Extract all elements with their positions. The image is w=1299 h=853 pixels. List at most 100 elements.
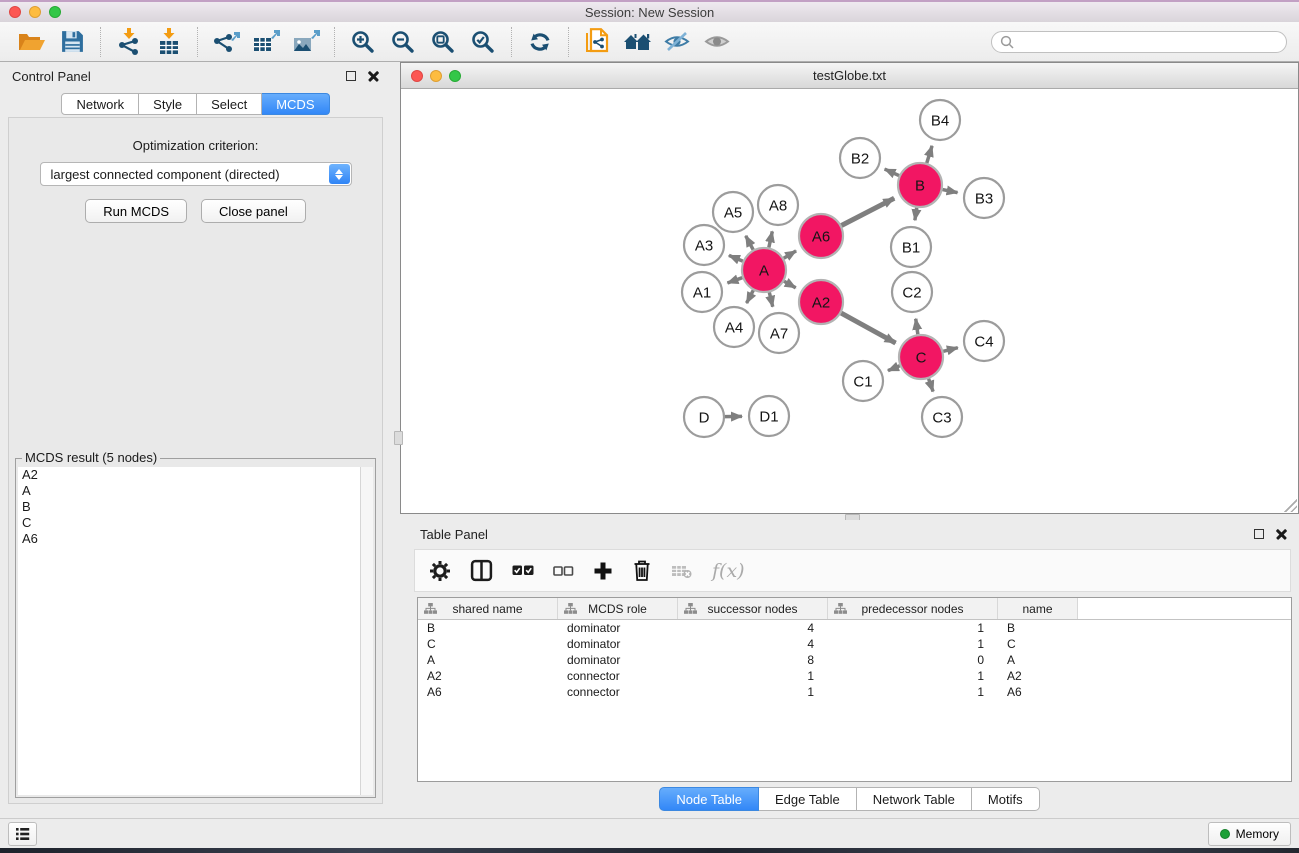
cell-shared-name[interactable]: B	[418, 621, 558, 635]
graph-edge-B-B1[interactable]	[915, 208, 917, 221]
zoom-in-button[interactable]	[343, 25, 383, 59]
cell-name[interactable]: A6	[998, 685, 1078, 699]
graph-edge-C-C3[interactable]	[929, 379, 933, 392]
cell-MCDS-role[interactable]: connector	[558, 669, 678, 683]
tab-node-table[interactable]: Node Table	[659, 787, 759, 811]
column-header-shared-name[interactable]: shared name	[418, 598, 558, 619]
add-column-button[interactable]	[593, 561, 613, 581]
column-header-successor-nodes[interactable]: successor nodes	[678, 598, 828, 619]
float-panel-icon[interactable]	[346, 71, 356, 81]
graph-node-A7[interactable]: A7	[759, 313, 799, 353]
table-row[interactable]: A2connector11A2	[418, 668, 1291, 684]
mcds-result-item[interactable]: C	[18, 515, 373, 531]
cell-MCDS-role[interactable]: dominator	[558, 621, 678, 635]
cell-name[interactable]: B	[998, 621, 1078, 635]
network-close-button[interactable]	[411, 70, 423, 82]
deselect-all-button[interactable]	[553, 564, 574, 578]
graph-node-A4[interactable]: A4	[714, 307, 754, 347]
graph-edge-A-A3[interactable]	[729, 255, 743, 261]
graph-edge-A-A2[interactable]	[784, 281, 796, 288]
cell-shared-name[interactable]: A	[418, 653, 558, 667]
graph-node-C1[interactable]: C1	[843, 361, 883, 401]
tab-network[interactable]: Network	[61, 93, 139, 115]
zoom-selected-button[interactable]	[463, 25, 503, 59]
network-document-button[interactable]	[577, 25, 617, 59]
export-table-button[interactable]	[246, 25, 286, 59]
graph-edge-C-C4[interactable]	[943, 348, 958, 352]
graph-node-A6[interactable]: A6	[799, 214, 843, 258]
graph-edge-A2-C[interactable]	[841, 313, 895, 343]
graph-edge-C-C1[interactable]	[888, 366, 900, 371]
table-settings-button[interactable]	[429, 560, 451, 582]
graph-node-A3[interactable]: A3	[684, 225, 724, 265]
cell-successor-nodes[interactable]: 8	[678, 653, 828, 667]
zoom-out-button[interactable]	[383, 25, 423, 59]
cell-predecessor-nodes[interactable]: 1	[828, 669, 998, 683]
zoom-fit-button[interactable]	[423, 25, 463, 59]
cell-name[interactable]: A	[998, 653, 1078, 667]
cell-name[interactable]: C	[998, 637, 1078, 651]
graph-node-A5[interactable]: A5	[713, 192, 753, 232]
graph-node-C2[interactable]: C2	[892, 272, 932, 312]
import-table-button[interactable]	[149, 25, 189, 59]
graph-node-B2[interactable]: B2	[840, 138, 880, 178]
tab-mcds[interactable]: MCDS	[262, 93, 329, 115]
graph-node-B1[interactable]: B1	[891, 227, 931, 267]
show-columns-button[interactable]	[470, 559, 493, 582]
search-input[interactable]	[1019, 35, 1278, 49]
result-list-scrollbar[interactable]	[360, 467, 373, 795]
graph-edge-C-C2[interactable]	[916, 319, 918, 334]
tab-network-table[interactable]: Network Table	[857, 787, 972, 811]
delete-button[interactable]	[632, 559, 652, 582]
cell-successor-nodes[interactable]: 4	[678, 637, 828, 651]
graph-edge-A-A4[interactable]	[747, 290, 754, 303]
cell-predecessor-nodes[interactable]: 1	[828, 637, 998, 651]
graph-edge-A-A7[interactable]	[769, 292, 772, 306]
graph-edge-A6-B[interactable]	[841, 198, 894, 225]
refresh-layout-button[interactable]	[520, 25, 560, 59]
cell-shared-name[interactable]: A2	[418, 669, 558, 683]
cell-MCDS-role[interactable]: dominator	[558, 637, 678, 651]
graph-node-A2[interactable]: A2	[799, 280, 843, 324]
mcds-result-item[interactable]: B	[18, 499, 373, 515]
network-window-titlebar[interactable]: testGlobe.txt	[401, 63, 1298, 89]
graph-edge-A-A6[interactable]	[784, 251, 796, 258]
graph-edge-B-B4[interactable]	[927, 146, 932, 163]
cell-predecessor-nodes[interactable]: 1	[828, 621, 998, 635]
cell-shared-name[interactable]: A6	[418, 685, 558, 699]
graph-edge-A-A8[interactable]	[769, 231, 772, 247]
mcds-result-item[interactable]: A	[18, 483, 373, 499]
criterion-dropdown[interactable]: largest connected component (directed)	[40, 162, 352, 186]
network-minimize-button[interactable]	[430, 70, 442, 82]
graph-node-C3[interactable]: C3	[922, 397, 962, 437]
cell-successor-nodes[interactable]: 1	[678, 685, 828, 699]
graph-node-A1[interactable]: A1	[682, 272, 722, 312]
cell-shared-name[interactable]: C	[418, 637, 558, 651]
cell-predecessor-nodes[interactable]: 0	[828, 653, 998, 667]
network-zoom-button[interactable]	[449, 70, 461, 82]
table-row[interactable]: A6connector11A6	[418, 684, 1291, 700]
import-network-button[interactable]	[109, 25, 149, 59]
home-button[interactable]	[617, 25, 657, 59]
export-network-button[interactable]	[206, 25, 246, 59]
vertical-divider-handle[interactable]	[394, 431, 403, 445]
save-session-button[interactable]	[52, 25, 92, 59]
mcds-result-item[interactable]: A6	[18, 531, 373, 547]
run-mcds-button[interactable]: Run MCDS	[85, 199, 187, 223]
column-header-MCDS-role[interactable]: MCDS role	[558, 598, 678, 619]
graph-node-B4[interactable]: B4	[920, 100, 960, 140]
column-header-predecessor-nodes[interactable]: predecessor nodes	[828, 598, 998, 619]
graph-edge-B-B3[interactable]	[943, 190, 958, 193]
select-all-button[interactable]	[512, 563, 534, 578]
graph-node-A[interactable]: A	[742, 248, 786, 292]
cell-predecessor-nodes[interactable]: 1	[828, 685, 998, 699]
float-table-panel-icon[interactable]	[1254, 529, 1264, 539]
cell-successor-nodes[interactable]: 1	[678, 669, 828, 683]
task-history-button[interactable]	[8, 822, 37, 846]
graph-node-D[interactable]: D	[684, 397, 724, 437]
open-session-button[interactable]	[12, 25, 52, 59]
graph-edge-B-B2[interactable]	[885, 169, 899, 175]
tab-style[interactable]: Style	[139, 93, 197, 115]
table-row[interactable]: Bdominator41B	[418, 620, 1291, 636]
memory-button[interactable]: Memory	[1208, 822, 1291, 846]
